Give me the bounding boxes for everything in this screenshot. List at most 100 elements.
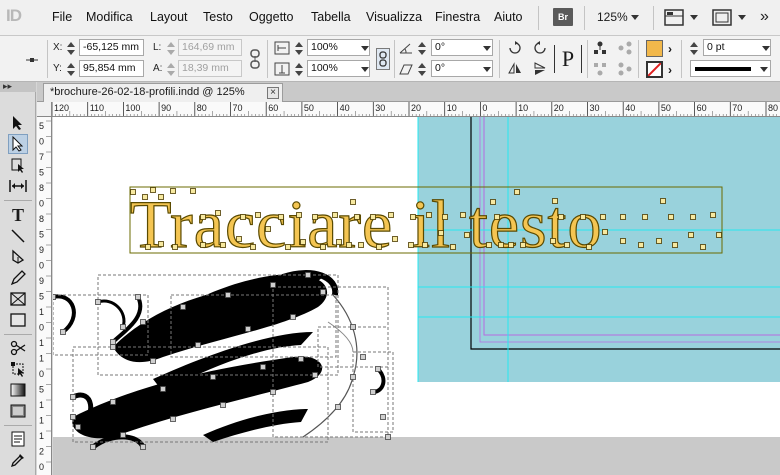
screen-mode-icon[interactable] [712,9,732,26]
line-tool[interactable] [8,226,28,246]
anchor-point[interactable] [265,226,271,232]
flip-vertical-icon[interactable] [532,61,548,77]
anchor-point[interactable] [53,294,56,300]
anchor-point[interactable] [236,236,242,242]
pencil-tool[interactable] [8,268,28,288]
anchor-point[interactable] [350,324,356,330]
fill-swatch[interactable] [646,40,663,57]
x-position-field[interactable]: -65,125 mm [79,39,144,56]
anchor-point[interactable] [408,242,414,248]
link-scale-button[interactable] [376,48,390,70]
anchor-point[interactable] [668,214,674,220]
anchor-point[interactable] [642,214,648,220]
anchor-point[interactable] [332,212,338,218]
height-field[interactable]: 18,39 mm [178,60,242,77]
anchor-point[interactable] [358,242,364,248]
free-transform-tool[interactable] [8,359,28,379]
anchor-point[interactable] [110,339,116,345]
anchor-point[interactable] [690,214,696,220]
anchor-point[interactable] [354,214,360,220]
anchor-point[interactable] [350,374,356,380]
anchor-point[interactable] [160,386,166,392]
page-tool[interactable] [8,155,28,175]
rotate-ccw-icon[interactable] [532,40,548,56]
gradient-feather-tool[interactable] [8,401,28,421]
anchor-point[interactable] [438,230,444,236]
anchor-point[interactable] [130,189,136,195]
anchor-point[interactable] [140,444,146,450]
anchor-point[interactable] [490,199,496,205]
anchor-point[interactable] [410,214,416,220]
anchor-point[interactable] [300,239,306,245]
menu-tabella[interactable]: Tabella [311,10,351,24]
anchor-point[interactable] [170,416,176,422]
scissors-tool[interactable] [8,338,28,358]
type-tool[interactable]: T [8,205,28,225]
anchor-point[interactable] [200,242,206,248]
anchor-point[interactable] [305,272,311,278]
anchor-point[interactable] [346,242,352,248]
rectangle-tool[interactable] [8,310,28,330]
zoom-level[interactable]: 125% [597,10,628,24]
bridge-button[interactable]: Br [553,8,573,26]
anchor-point[interactable] [220,402,226,408]
menu-modifica[interactable]: Modifica [86,10,133,24]
view-options-icon[interactable] [664,9,684,26]
anchor-point[interactable] [285,244,291,250]
anchor-point[interactable] [494,214,500,220]
anchor-point[interactable] [298,356,304,362]
anchor-point[interactable] [245,326,251,332]
anchor-point[interactable] [486,242,492,248]
anchor-point[interactable] [70,414,76,420]
anchor-point[interactable] [110,344,116,350]
window-controls[interactable]: » [760,7,774,29]
anchor-point[interactable] [312,214,318,220]
width-stepper[interactable] [167,40,175,57]
anchor-point[interactable] [172,244,178,250]
anchor-point[interactable] [370,389,376,395]
scale-x-stepper[interactable] [295,40,303,57]
anchor-point[interactable] [320,289,326,295]
shear-stepper[interactable] [418,61,426,78]
chevron-down-icon[interactable] [690,15,698,20]
anchor-point[interactable] [426,212,432,218]
anchor-point[interactable] [158,241,164,247]
anchor-point[interactable] [296,212,302,218]
anchor-point[interactable] [90,444,96,450]
anchor-point[interactable] [312,372,318,378]
anchor-point[interactable] [660,198,666,204]
menu-layout[interactable]: Layout [150,10,188,24]
anchor-point[interactable] [360,354,366,360]
paragraph-icon[interactable]: P [554,45,582,73]
y-position-field[interactable]: 95,854 mm [79,60,144,77]
menu-testo[interactable]: Testo [203,10,233,24]
anchor-point[interactable] [140,319,146,325]
width-field[interactable]: 164,69 mm [178,39,242,56]
horizontal-ruler[interactable]: 120 110 100 90 80 70 60 50 40 30 20 10 0 10 20 30 40 50 60… [52,102,780,117]
constrain-proportions-icon[interactable] [248,48,262,70]
panel-collapse[interactable]: ▸▸ [0,82,36,92]
flip-horizontal-icon[interactable] [507,61,523,77]
anchor-point[interactable] [220,242,226,248]
x-stepper[interactable] [67,40,75,57]
select-content-icon[interactable] [592,61,608,77]
anchor-point[interactable] [558,214,564,220]
note-tool[interactable] [8,429,28,449]
anchor-point[interactable] [600,214,606,220]
chevron-down-icon[interactable] [361,46,369,51]
anchor-point[interactable] [320,244,326,250]
anchor-point[interactable] [550,238,556,244]
outlined-headline[interactable]: Tracciare il testo [129,185,602,262]
anchor-point[interactable] [442,214,448,220]
anchor-point[interactable] [260,364,266,370]
anchor-point[interactable] [336,239,342,245]
anchor-point[interactable] [586,244,592,250]
anchor-point[interactable] [460,212,466,218]
pen-tool[interactable] [8,247,28,267]
anchor-point[interactable] [392,236,398,242]
anchor-point[interactable] [142,194,148,200]
scale-y-stepper[interactable] [295,61,303,78]
anchor-point[interactable] [380,414,386,420]
close-icon[interactable]: × [267,87,279,99]
anchor-point[interactable] [700,244,706,250]
